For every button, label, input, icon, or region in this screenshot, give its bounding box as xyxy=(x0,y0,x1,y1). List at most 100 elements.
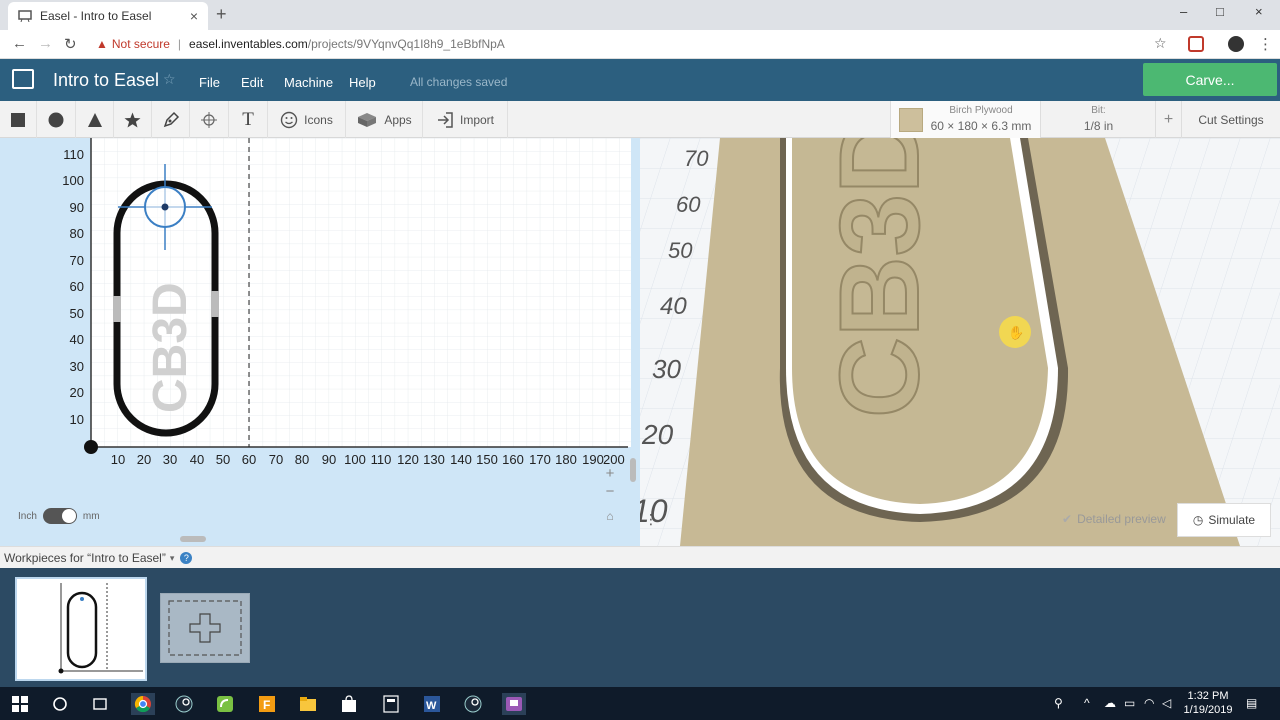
taskbar-clock[interactable]: 1:32 PM 1/19/2019 xyxy=(1180,689,1236,717)
zoom-in-button[interactable]: + xyxy=(600,464,620,482)
favorite-star-icon[interactable]: ☆ xyxy=(163,71,176,88)
horizontal-scrollbar[interactable] xyxy=(180,536,206,542)
steam-icon-2[interactable] xyxy=(462,693,484,715)
unit-inch-label: Inch xyxy=(18,510,37,522)
project-title[interactable]: Intro to Easel xyxy=(53,70,159,91)
fusion-app-icon[interactable]: F xyxy=(256,693,278,715)
preview-panel[interactable]: CB3D 70 60 50 40 30 20 10 ✋ ⋮ xyxy=(640,138,1280,546)
easel-favicon-icon xyxy=(18,10,32,22)
square-tool[interactable] xyxy=(0,101,37,138)
y-tick: 70 xyxy=(69,253,84,268)
reload-icon[interactable]: ↻ xyxy=(64,35,77,53)
add-bit-button[interactable]: + xyxy=(1155,101,1181,138)
more-menu-icon[interactable]: ⋮ xyxy=(1258,35,1273,53)
bit-selector[interactable]: Bit: 1/8 in xyxy=(1040,101,1155,138)
people-icon[interactable]: ⚲ xyxy=(1054,696,1063,710)
url-path: /projects/9VYqnvQq1I8h9_1eBbfNpA xyxy=(307,37,505,51)
browser-tab[interactable]: Easel - Intro to Easel × xyxy=(8,2,208,30)
checkmark-icon: ✔ xyxy=(1062,512,1073,526)
target-tool[interactable] xyxy=(190,101,229,138)
clock-time: 1:32 PM xyxy=(1187,690,1229,702)
steam-icon[interactable] xyxy=(173,693,195,715)
notifications-icon[interactable]: ▤ xyxy=(1246,696,1257,710)
calculator-icon[interactable] xyxy=(380,693,402,715)
workpiece-thumbnail[interactable] xyxy=(15,577,147,681)
bookmark-star-icon[interactable]: ☆ xyxy=(1154,35,1167,52)
x-tick: 160 xyxy=(502,452,524,467)
import-icon xyxy=(437,111,453,128)
design-canvas[interactable]: CB3D 110 100 90 80 70 60 50 40 30 20 10 … xyxy=(0,138,640,546)
battery-icon[interactable]: ▭ xyxy=(1124,696,1135,710)
show-hidden-icons[interactable]: ^ xyxy=(1084,696,1090,710)
address-bar: ← → ↻ ▲ Not secure | easel.inventables.c… xyxy=(0,30,1280,59)
import-tool[interactable]: Import xyxy=(423,101,508,138)
chrome-icon[interactable] xyxy=(131,693,155,715)
svg-text:F: F xyxy=(263,698,270,712)
zoom-out-button[interactable]: − xyxy=(600,482,620,500)
maximize-button[interactable]: □ xyxy=(1216,4,1224,19)
chevron-down-icon[interactable]: ▾ xyxy=(170,553,175,564)
help-icon[interactable]: ? xyxy=(180,552,193,564)
easel-logo-icon[interactable] xyxy=(12,69,34,89)
profile-icon[interactable] xyxy=(1228,36,1244,52)
media-app-icon[interactable] xyxy=(502,693,526,715)
windows-start-icon[interactable] xyxy=(9,693,31,715)
carve-button[interactable]: Carve... xyxy=(1143,63,1277,96)
green-app-icon[interactable] xyxy=(214,693,236,715)
y-tick: 20 xyxy=(69,385,84,400)
svg-text:W: W xyxy=(426,700,437,712)
url-field[interactable]: ▲ Not secure | easel.inventables.com /pr… xyxy=(96,37,505,51)
preview-axis-label: 70 xyxy=(684,146,709,171)
cb3d-text-shape[interactable]: CB3D xyxy=(144,282,197,413)
onedrive-icon[interactable]: ☁ xyxy=(1104,696,1116,710)
x-tick: 80 xyxy=(294,452,310,467)
close-window-button[interactable]: × xyxy=(1255,4,1263,19)
menu-edit[interactable]: Edit xyxy=(241,75,263,90)
workpieces-title-text: Workpieces for “Intro to Easel” xyxy=(4,551,166,565)
tab-title: Easel - Intro to Easel xyxy=(40,9,152,23)
material-swatch xyxy=(899,108,923,132)
bit-value: 1/8 in xyxy=(1083,119,1114,133)
detailed-preview-option[interactable]: ✔ Detailed preview xyxy=(1062,512,1166,526)
word-icon[interactable]: W xyxy=(421,693,443,715)
preview-axis-label: 50 xyxy=(668,238,693,263)
workpiece-thumbnail-preview xyxy=(57,583,143,674)
x-tick: 110 xyxy=(370,452,392,467)
unit-toggle[interactable] xyxy=(42,508,77,524)
volume-icon[interactable]: ◁ xyxy=(1162,696,1171,710)
warning-icon: ▲ xyxy=(96,37,108,51)
origin-point[interactable] xyxy=(84,440,98,454)
simulate-button[interactable]: ◷ Simulate xyxy=(1177,503,1271,537)
circle-tool[interactable] xyxy=(37,101,76,138)
search-icon[interactable] xyxy=(49,693,71,715)
wifi-icon[interactable]: ◠ xyxy=(1144,696,1154,710)
tab-close-icon[interactable]: × xyxy=(190,8,198,24)
material-selector[interactable]: Birch Plywood 60 × 180 × 6.3 mm xyxy=(890,101,1040,138)
y-tick: 100 xyxy=(62,173,84,188)
cut-settings-button[interactable]: Cut Settings xyxy=(1181,101,1280,138)
add-workpiece-button[interactable] xyxy=(160,593,250,663)
file-explorer-icon[interactable] xyxy=(297,693,319,715)
apps-tool[interactable]: Apps xyxy=(346,101,423,138)
back-icon[interactable]: ← xyxy=(12,35,27,52)
minimize-button[interactable]: – xyxy=(1180,4,1187,19)
panel-divider-handle-icon[interactable]: ⋮ xyxy=(644,511,658,527)
task-view-icon[interactable] xyxy=(89,693,111,715)
new-tab-button[interactable]: + xyxy=(216,4,227,25)
menu-help[interactable]: Help xyxy=(349,75,376,90)
x-tick: 130 xyxy=(423,452,445,467)
home-icon[interactable]: ⌂ xyxy=(600,507,620,525)
x-tick: 30 xyxy=(162,452,178,467)
menu-machine[interactable]: Machine xyxy=(284,75,333,90)
triangle-tool[interactable] xyxy=(76,101,114,138)
star-tool[interactable] xyxy=(114,101,152,138)
text-tool[interactable]: T xyxy=(229,101,268,138)
store-icon[interactable] xyxy=(338,693,360,715)
pen-tool[interactable] xyxy=(152,101,190,138)
forward-icon[interactable]: → xyxy=(38,35,53,52)
menu-file[interactable]: File xyxy=(199,75,220,90)
extension-icon[interactable] xyxy=(1188,36,1204,52)
browser-tab-bar: Easel - Intro to Easel × + – □ × xyxy=(0,0,1280,30)
workpieces-title[interactable]: Workpieces for “Intro to Easel” ▾ ? xyxy=(4,551,193,565)
icons-tool[interactable]: Icons xyxy=(268,101,346,138)
